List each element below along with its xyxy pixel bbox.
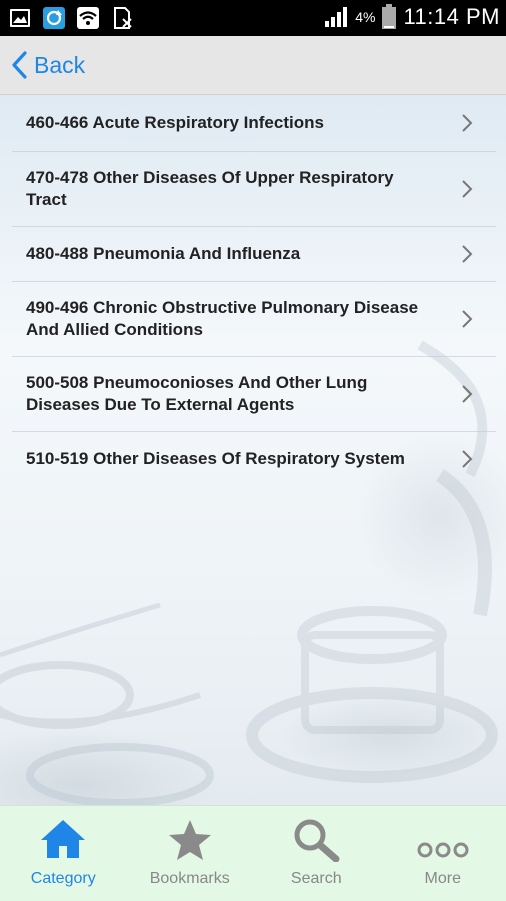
content-area: 460-466 Acute Respiratory Infections 470… (0, 95, 506, 805)
chevron-left-icon (10, 50, 28, 80)
search-icon (292, 818, 340, 862)
chevron-right-icon (460, 308, 474, 330)
gallery-icon (8, 6, 32, 30)
list-item-label: 480-488 Pneumonia And Influenza (26, 243, 300, 265)
status-notifications (8, 6, 134, 30)
list-item-label: 500-508 Pneumoconioses And Other Lung Di… (26, 372, 367, 416)
chevron-right-icon (460, 178, 474, 200)
chevron-right-icon (460, 112, 474, 134)
more-icon (415, 820, 471, 864)
chevron-right-icon (460, 383, 474, 405)
list-item[interactable]: 510-519 Other Diseases Of Respiratory Sy… (12, 432, 496, 486)
signal-icon (323, 5, 349, 29)
chevron-right-icon (460, 448, 474, 470)
tab-more[interactable]: More (380, 806, 506, 901)
app-header: Back (0, 36, 506, 95)
tab-label: Bookmarks (127, 870, 254, 888)
tab-category[interactable]: Category (0, 806, 127, 901)
list-item-label: 510-519 Other Diseases Of Respiratory Sy… (26, 448, 405, 470)
list-item-label: 490-496 Chronic Obstructive Pulmonary Di… (26, 297, 418, 341)
tab-label: More (380, 870, 506, 888)
category-list: 460-466 Acute Respiratory Infections 470… (12, 95, 496, 486)
clock: 11:14 PM (403, 4, 500, 30)
chevron-right-icon (460, 243, 474, 265)
list-item[interactable]: 480-488 Pneumonia And Influenza (12, 227, 496, 282)
status-system: 4% 11:14 PM (323, 4, 500, 30)
home-icon (39, 818, 87, 860)
star-icon (167, 818, 213, 862)
list-item[interactable]: 490-496 Chronic Obstructive Pulmonary Di… (12, 282, 496, 357)
no-sim-icon (110, 6, 134, 30)
list-item-label: 460-466 Acute Respiratory Infections (26, 112, 324, 134)
tab-search[interactable]: Search (253, 806, 380, 901)
wifi-icon (76, 6, 100, 30)
bottom-tab-bar: Category Bookmarks Search More (0, 805, 506, 901)
status-bar: 4% 11:14 PM (0, 0, 506, 36)
list-item[interactable]: 500-508 Pneumoconioses And Other Lung Di… (12, 357, 496, 432)
battery-icon (381, 4, 397, 30)
back-label: Back (34, 52, 85, 79)
battery-percent: 4% (355, 9, 375, 25)
tab-label: Category (0, 870, 127, 888)
list-item-label: 470-478 Other Diseases Of Upper Respirat… (26, 167, 394, 211)
sync-icon (42, 6, 66, 30)
tab-bookmarks[interactable]: Bookmarks (127, 806, 254, 901)
back-button[interactable]: Back (10, 48, 85, 82)
list-item[interactable]: 470-478 Other Diseases Of Upper Respirat… (12, 152, 496, 227)
tab-label: Search (253, 870, 380, 888)
list-item[interactable]: 460-466 Acute Respiratory Infections (12, 95, 496, 152)
